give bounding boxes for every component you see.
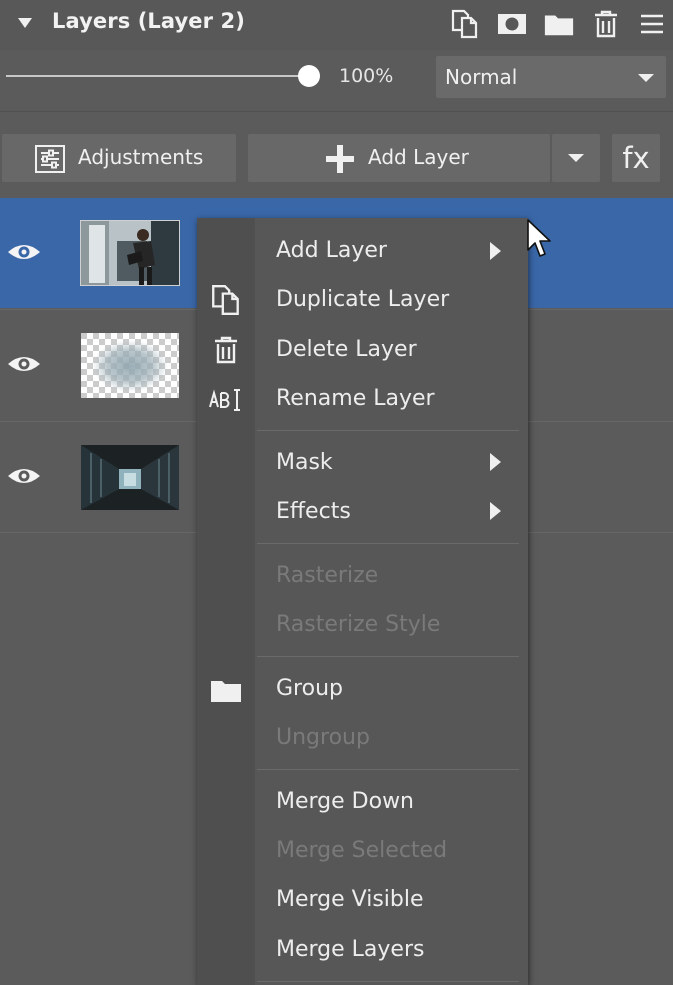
folder-icon[interactable] (543, 8, 575, 40)
chevron-down-icon (568, 154, 584, 162)
rename-icon (207, 381, 245, 419)
collapse-triangle-icon[interactable] (18, 18, 32, 28)
context-menu: Add Layer Duplicate Layer Delete Layer R… (197, 218, 528, 985)
mask-icon[interactable] (496, 8, 528, 40)
visibility-eye-icon[interactable] (4, 464, 44, 488)
trash-icon (207, 331, 245, 369)
menu-item-rename-layer[interactable]: Rename Layer (276, 386, 435, 411)
opacity-value: 100% (339, 65, 394, 87)
effects-fx-button[interactable]: fx (612, 134, 660, 182)
layer-thumbnail-photo (80, 220, 180, 286)
duplicate-icon (207, 281, 245, 319)
menu-item-rasterize-style: Rasterize Style (276, 612, 441, 637)
submenu-arrow-icon (490, 242, 501, 260)
menu-item-merge-down[interactable]: Merge Down (276, 789, 414, 814)
panel-title: Layers (Layer 2) (52, 9, 245, 33)
menu-item-merge-layers[interactable]: Merge Layers (276, 937, 424, 962)
menu-item-add-layer[interactable]: Add Layer (276, 238, 387, 263)
panel-header: Layers (Layer 2) (0, 0, 673, 50)
panel-menu-icon[interactable] (636, 8, 668, 40)
menu-divider (257, 656, 519, 657)
menu-item-merge-selected: Merge Selected (276, 838, 448, 863)
duplicate-layer-icon[interactable] (449, 8, 481, 40)
trash-icon[interactable] (590, 8, 622, 40)
chevron-down-icon (638, 74, 654, 82)
blend-mode-select[interactable]: Normal (436, 56, 666, 98)
adjustments-label: Adjustments (78, 145, 204, 169)
menu-divider (257, 543, 519, 544)
add-layer-button[interactable]: Add Layer (248, 134, 550, 182)
visibility-eye-icon[interactable] (4, 240, 44, 264)
menu-item-mask[interactable]: Mask (276, 450, 333, 475)
menu-divider (257, 430, 519, 431)
menu-divider (257, 769, 519, 770)
adjustments-icon (34, 144, 66, 174)
menu-item-delete-layer[interactable]: Delete Layer (276, 337, 417, 362)
submenu-arrow-icon (490, 502, 501, 520)
opacity-slider-handle[interactable] (298, 65, 320, 87)
adjustments-button[interactable]: Adjustments (2, 134, 236, 182)
menu-item-rasterize: Rasterize (276, 563, 379, 588)
menu-item-ungroup: Ungroup (276, 725, 370, 750)
layer-thumbnail-corridor (81, 445, 179, 510)
visibility-eye-icon[interactable] (4, 352, 44, 376)
folder-icon (207, 671, 245, 709)
menu-divider (257, 981, 519, 982)
divider (0, 111, 673, 112)
add-layer-label: Add Layer (368, 145, 469, 169)
layer-thumbnail-mask (81, 333, 179, 398)
add-layer-dropdown-button[interactable] (552, 134, 600, 182)
menu-item-effects[interactable]: Effects (276, 499, 351, 524)
menu-item-duplicate-layer[interactable]: Duplicate Layer (276, 287, 449, 312)
menu-item-merge-visible[interactable]: Merge Visible (276, 887, 424, 912)
plus-icon (324, 143, 356, 175)
blend-mode-value: Normal (445, 65, 518, 89)
menu-item-group[interactable]: Group (276, 676, 343, 701)
opacity-slider-track[interactable] (6, 75, 310, 77)
submenu-arrow-icon (490, 453, 501, 471)
mouse-cursor-icon (526, 218, 552, 260)
